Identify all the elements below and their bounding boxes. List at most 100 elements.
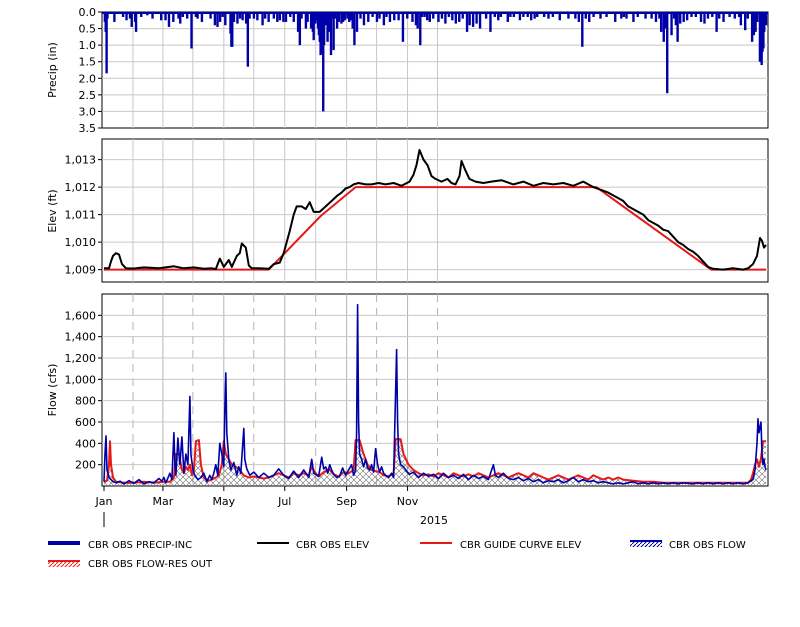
precip-bar <box>428 12 432 22</box>
precip-bar <box>263 12 267 19</box>
y-tick-label: 1,400 <box>65 331 97 344</box>
precip-bar <box>406 12 409 19</box>
year-label: 2015 <box>420 514 448 527</box>
precip-bar <box>676 12 679 42</box>
precip-bar <box>581 12 584 47</box>
precip-bar <box>411 12 414 22</box>
precip-bar <box>666 12 669 94</box>
x-tick-label: Mar <box>153 495 174 508</box>
precip-bar <box>484 12 488 19</box>
precip-bar <box>393 12 396 21</box>
legend-label-precip: CBR OBS PRECIP-INC <box>88 540 192 551</box>
precip-bar <box>632 12 635 22</box>
precip-bar <box>567 12 570 19</box>
precip-bar <box>558 12 561 21</box>
precip-bar <box>440 12 444 19</box>
precip-bar <box>588 12 591 22</box>
precip-bar <box>367 12 370 22</box>
x-tick-label: Jan <box>95 495 113 508</box>
precip-bar <box>722 12 725 22</box>
precip-bar <box>518 12 522 21</box>
precip-bar <box>246 12 250 67</box>
precip-bar <box>478 12 482 29</box>
precip-bar <box>465 12 469 32</box>
precip-bar <box>509 12 512 17</box>
flow-plot-frame <box>101 293 769 487</box>
precip-bar <box>444 12 447 24</box>
y-tick-label: 1,013 <box>65 154 97 167</box>
legend-label-guide-curve: CBR GUIDE CURVE ELEV <box>460 540 581 551</box>
precip-bar <box>385 12 388 17</box>
precip-bar <box>706 12 710 19</box>
elevation-y-ticks: 1,009 1,010 1,011 1,012 1,013 <box>65 154 102 277</box>
precip-bar <box>397 12 400 21</box>
flow-panel: 200 400 600 800 1,000 1,200 1,400 1,600 Flow (c… <box>46 293 769 487</box>
precip-bar <box>715 12 718 32</box>
precip-bar <box>353 12 356 46</box>
precip-bar <box>471 12 475 27</box>
precip-bar <box>458 12 461 22</box>
precip-bar <box>256 12 259 21</box>
precip-bar <box>289 12 292 17</box>
precip-bar <box>113 12 116 22</box>
precip-bar <box>306 12 309 22</box>
y-tick-label: 1,009 <box>65 264 97 277</box>
precip-bar <box>130 12 133 27</box>
precip-bar <box>475 12 478 24</box>
precip-bar <box>493 12 496 17</box>
y-tick-label: 1.5 <box>79 56 97 69</box>
precip-bar <box>685 12 689 21</box>
precip-bar <box>506 12 509 22</box>
precip-bar <box>690 12 693 17</box>
precip-bar <box>605 12 608 17</box>
precip-bar <box>125 12 128 21</box>
precip-bar <box>426 12 429 21</box>
precip-bar <box>739 12 743 26</box>
elevation-plot-frame <box>101 138 769 283</box>
precip-bar <box>636 12 639 17</box>
precip-bar <box>461 12 464 19</box>
precip-bar <box>224 12 227 26</box>
precip-bar <box>447 12 451 17</box>
precip-bar <box>300 12 303 19</box>
precip-bar <box>236 12 239 24</box>
precip-bar <box>190 12 193 49</box>
precip-bar <box>699 12 703 22</box>
precip-bar <box>159 12 163 21</box>
precip-bar <box>276 12 279 22</box>
precip-bar <box>512 12 516 17</box>
x-tick-label: Jul <box>277 495 291 508</box>
legend-item-flow: CBR OBS FLOW <box>630 540 746 551</box>
precip-bar <box>654 12 658 22</box>
hydrograph-chart: 0.0 0.5 1.0 1.5 2.0 2.5 3.0 3.5 Precip (in) 1,0… <box>46 6 769 570</box>
y-tick-label: 1,010 <box>65 236 97 249</box>
precip-bar <box>746 12 750 19</box>
precip-bar <box>584 12 587 19</box>
precip-bar <box>355 12 359 32</box>
precip-bar <box>733 12 737 19</box>
precip-bar <box>196 12 199 19</box>
precip-bar <box>213 12 217 26</box>
precip-bar <box>241 12 244 21</box>
precip-bar <box>134 12 138 32</box>
precip-bar <box>292 12 295 22</box>
precip-bar <box>200 12 204 22</box>
precip-bar <box>644 12 647 19</box>
y-tick-label: 2.0 <box>79 72 97 85</box>
precip-bar <box>378 12 381 19</box>
x-axis: Jan Mar May Jul Sep Nov <box>95 486 419 508</box>
precip-bar <box>423 12 426 17</box>
flow-y-axis-label: Flow (cfs) <box>46 364 59 417</box>
precip-bar <box>650 12 653 19</box>
precip-bar <box>522 12 525 17</box>
precip-bar <box>106 12 109 19</box>
precip-bar <box>711 12 714 17</box>
precip-bar <box>542 12 546 17</box>
precip-bar <box>577 12 581 22</box>
precip-bar <box>343 12 347 21</box>
precip-bar <box>282 12 285 22</box>
precip-bar <box>432 12 435 19</box>
precip-bar <box>497 12 500 21</box>
precip-bar <box>599 12 602 19</box>
y-tick-label: 600 <box>75 416 96 429</box>
